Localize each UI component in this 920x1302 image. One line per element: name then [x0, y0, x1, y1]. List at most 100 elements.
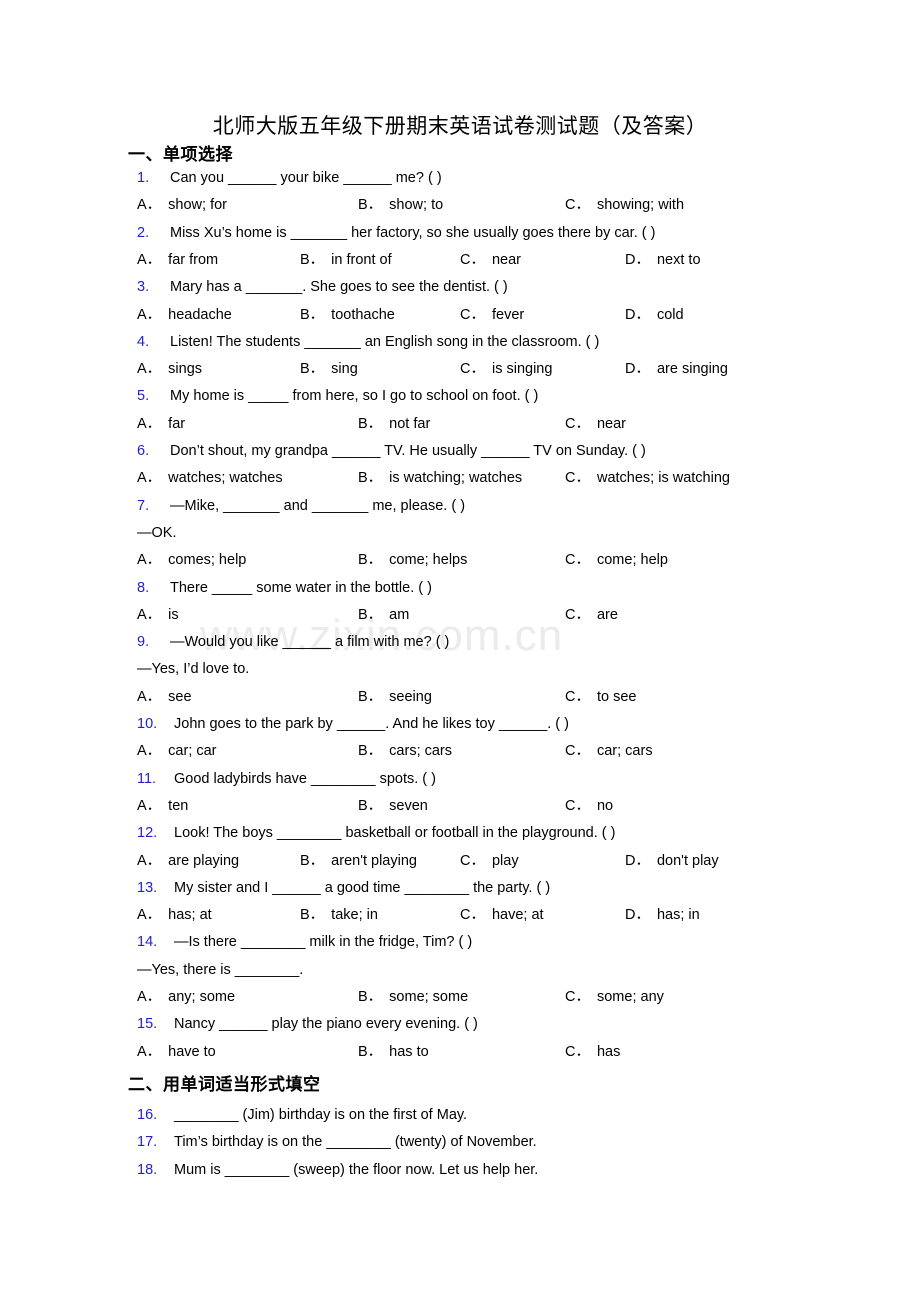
option-label: B．	[300, 852, 325, 869]
option-a[interactable]: A． ten	[137, 793, 188, 820]
question-number: 3.	[137, 279, 150, 296]
option-a[interactable]: A． car; car	[137, 738, 217, 765]
option-b[interactable]: B． is watching; watches	[358, 465, 522, 492]
question-number: 12.	[137, 825, 158, 842]
option-b[interactable]: B． show; to	[358, 192, 443, 219]
option-c[interactable]: C． fever	[460, 302, 524, 329]
option-d[interactable]: D． next to	[625, 247, 701, 274]
question-text: Miss Xu’s home is _______ her factory, s…	[170, 224, 656, 241]
option-b[interactable]: B． sing	[300, 356, 358, 383]
question-row: 7. —Mike, _______ and _______ me, please.…	[0, 493, 920, 520]
option-label: B．	[358, 797, 383, 814]
option-d[interactable]: D． don't play	[625, 848, 719, 875]
option-c[interactable]: C． has	[565, 1039, 620, 1066]
option-d[interactable]: D． are singing	[625, 356, 728, 383]
question-text: Nancy ______ play the piano every evenin…	[174, 1016, 478, 1033]
option-c[interactable]: C． come; help	[565, 547, 668, 574]
option-a[interactable]: A． far	[137, 411, 185, 438]
option-a[interactable]: A． has; at	[137, 902, 212, 929]
option-d[interactable]: D． cold	[625, 302, 684, 329]
question-text: There _____ some water in the bottle. ( …	[170, 579, 432, 596]
option-c[interactable]: C． watches; is watching	[565, 465, 730, 492]
option-text: see	[168, 688, 192, 705]
option-c[interactable]: C． no	[565, 793, 613, 820]
fill-question-row: 17. Tim’s birthday is on the ________ (tw…	[0, 1129, 920, 1156]
question-text: Don’t shout, my grandpa ______ TV. He us…	[170, 443, 646, 459]
option-a[interactable]: A． see	[137, 684, 192, 711]
option-c[interactable]: C． some; any	[565, 984, 664, 1011]
question-number: 13.	[137, 879, 158, 896]
option-label: C．	[565, 552, 590, 569]
question-number: 10.	[137, 716, 158, 732]
option-a[interactable]: A． any; some	[137, 984, 235, 1011]
question-text: Good ladybirds have ________ spots. ( )	[174, 770, 436, 787]
option-a[interactable]: A． headache	[137, 302, 232, 329]
option-text: next to	[656, 251, 701, 268]
fill-question-row: 16. ________ (Jim) birthday is on the fir…	[0, 1102, 920, 1129]
option-label: B．	[358, 1043, 383, 1060]
option-b[interactable]: B． am	[358, 602, 409, 629]
option-b[interactable]: B． cars; cars	[358, 738, 452, 765]
option-c[interactable]: C． to see	[565, 684, 636, 711]
option-text: no	[596, 797, 614, 814]
option-label: A．	[137, 415, 162, 432]
question-number: 6.	[137, 443, 150, 459]
option-c[interactable]: C． play	[460, 848, 519, 875]
option-text: car; car	[168, 743, 217, 760]
question-continuation-text: —Yes, I’d love to.	[137, 661, 250, 678]
option-d[interactable]: D． has; in	[625, 902, 700, 929]
option-row: A． any; some B． some; some C． some; any	[0, 984, 920, 1011]
question-continuation-row: —OK.	[0, 520, 920, 547]
option-c[interactable]: C． is singing	[460, 356, 552, 383]
question-number: 1.	[137, 170, 150, 186]
option-text: come; helps	[389, 552, 468, 569]
document-page: www.zixin.com.cn 北师大版五年级下册期末英语试卷测试题（及答案）…	[0, 0, 920, 1302]
option-a[interactable]: A． comes; help	[137, 547, 246, 574]
option-text: some; some	[389, 989, 469, 1005]
option-a[interactable]: A． show; for	[137, 192, 227, 219]
fill-question-number: 16.	[137, 1106, 158, 1123]
option-b[interactable]: B． not far	[358, 411, 430, 438]
option-text: am	[389, 606, 410, 623]
option-label: C．	[565, 989, 590, 1005]
option-c[interactable]: C． have; at	[460, 902, 544, 929]
question-text: My sister and I ______ a good time _____…	[174, 879, 551, 896]
option-label: B．	[358, 197, 383, 214]
option-a[interactable]: A． are playing	[137, 848, 239, 875]
option-a[interactable]: A． sings	[137, 356, 202, 383]
option-b[interactable]: B． seven	[358, 793, 428, 820]
option-text: seeing	[389, 688, 432, 705]
option-text: to see	[596, 688, 637, 705]
option-c[interactable]: C． showing; with	[565, 192, 684, 219]
option-text: is watching; watches	[389, 470, 523, 487]
option-label: C．	[460, 251, 485, 268]
option-label: B．	[358, 606, 383, 623]
option-label: C．	[460, 907, 485, 924]
option-a[interactable]: A． is	[137, 602, 179, 629]
option-b[interactable]: B． aren't playing	[300, 848, 417, 875]
option-b[interactable]: B． take; in	[300, 902, 378, 929]
option-text: sings	[168, 361, 203, 378]
option-c[interactable]: C． are	[565, 602, 618, 629]
option-a[interactable]: A． far from	[137, 247, 218, 274]
option-c[interactable]: C． near	[460, 247, 521, 274]
option-text: have; at	[491, 907, 544, 924]
option-text: are singing	[656, 361, 728, 378]
option-b[interactable]: B． toothache	[300, 302, 395, 329]
option-b[interactable]: B． come; helps	[358, 547, 467, 574]
option-b[interactable]: B． in front of	[300, 247, 392, 274]
option-b[interactable]: B． some; some	[358, 984, 468, 1011]
option-c[interactable]: C． near	[565, 411, 626, 438]
option-b[interactable]: B． has to	[358, 1039, 429, 1066]
question-row: 4. Listen! The students _______ an Englis…	[0, 329, 920, 356]
option-c[interactable]: C． car; cars	[565, 738, 653, 765]
option-text: far	[168, 415, 186, 432]
option-b[interactable]: B． seeing	[358, 684, 432, 711]
option-text: not far	[389, 415, 431, 432]
question-row: 5. My home is _____ from here, so I go to…	[0, 383, 920, 410]
option-a[interactable]: A． have to	[137, 1039, 216, 1066]
option-text: showing; with	[596, 197, 685, 214]
option-a[interactable]: A． watches; watches	[137, 465, 283, 492]
option-row: A． far B． not far C． near	[0, 411, 920, 438]
question-number: 8.	[137, 579, 150, 596]
